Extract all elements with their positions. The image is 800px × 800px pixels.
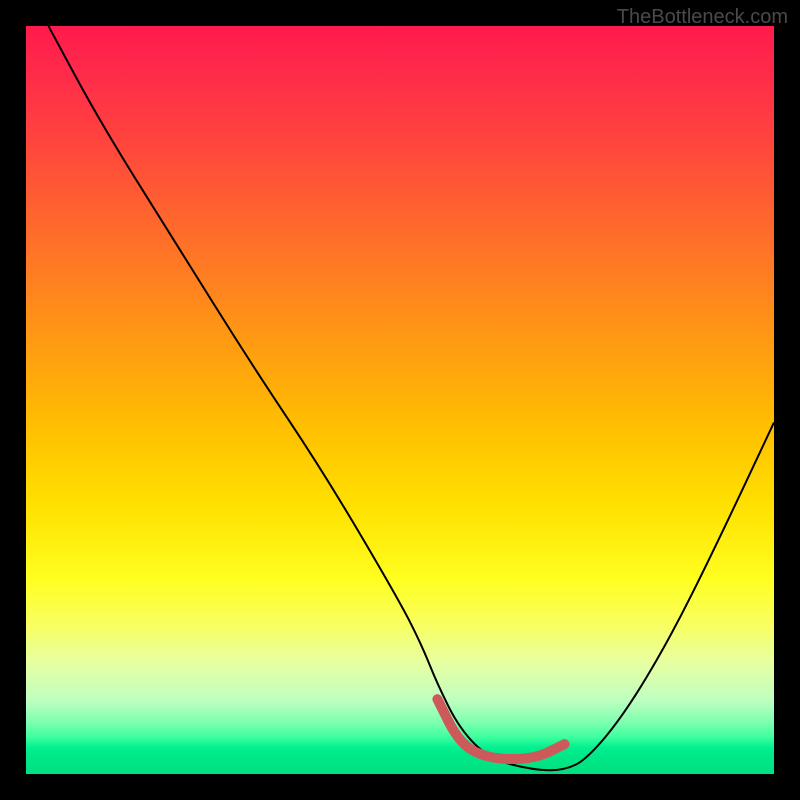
chart-plot-area: [26, 26, 774, 774]
bottleneck-curve: [48, 26, 774, 770]
watermark-text: TheBottleneck.com: [617, 6, 788, 29]
optimal-range-marker: [437, 699, 564, 759]
chart-svg: [26, 26, 774, 774]
